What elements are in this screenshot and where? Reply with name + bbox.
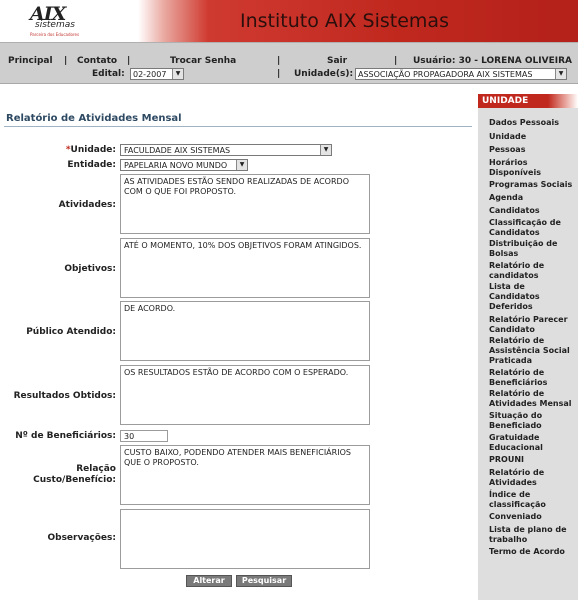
sidebar-item-unidade[interactable]: Unidade <box>489 132 575 142</box>
sidebar-item-pessoas[interactable]: Pessoas <box>489 145 575 155</box>
title-divider <box>4 126 472 127</box>
title-banner: Instituto AIX Sistemas <box>138 0 578 42</box>
sidebar-item-indice[interactable]: Índice de classificação <box>489 490 575 510</box>
unidade-label-text: Unidade: <box>70 145 116 155</box>
relacao-textarea[interactable]: CUSTO BAIXO, PODENDO ATENDER MAIS BENEFI… <box>120 445 370 505</box>
chevron-down-icon: ▼ <box>320 145 331 155</box>
nav-contato[interactable]: Contato <box>77 56 117 66</box>
edital-selected: 02-2007 <box>133 70 167 79</box>
sidebar-item-gratuidade[interactable]: Gratuidade Educacional <box>489 433 575 453</box>
entidade-selected: PAPELARIA NOVO MUNDO <box>124 161 228 170</box>
sidebar-item-beneficiarios[interactable]: Relatório de Beneficiários <box>489 368 575 388</box>
sidebar-item-horarios[interactable]: Horários Disponíveis <box>489 158 575 178</box>
relacao-label-line2: Custo/Benefício: <box>33 475 116 485</box>
observacoes-textarea[interactable] <box>120 509 370 569</box>
atividades-textarea[interactable]: AS ATIVIDADES ESTÃO SENDO REALIZADAS DE … <box>120 174 370 234</box>
nav-sair[interactable]: Sair <box>327 56 347 66</box>
chevron-down-icon: ▼ <box>236 160 247 170</box>
nav-separator: | <box>277 56 281 66</box>
sidebar-item-conveniado[interactable]: Conveniado <box>489 512 575 522</box>
publico-textarea[interactable]: DE ACORDO. <box>120 301 370 361</box>
entidade-select[interactable]: PAPELARIA NOVO MUNDO ▼ <box>120 159 248 171</box>
sidebar-item-programas-sociais[interactable]: Programas Sociais <box>489 180 575 190</box>
sidebar-item-situacao[interactable]: Situação do Beneficiado <box>489 411 575 431</box>
sidebar-item-classificacao[interactable]: Classificação de Candidatos <box>489 218 575 238</box>
sidebar-item-parecer-candidato[interactable]: Relatório Parecer Candidato <box>489 315 575 335</box>
atividades-label: Atividades: <box>58 200 116 210</box>
unidade-selected: FACULDADE AIX SISTEMAS <box>124 146 231 155</box>
sidebar-item-prouni[interactable]: PROUNI <box>489 455 575 465</box>
nav-separator: | <box>394 56 398 66</box>
beneficiarios-input[interactable]: 30 <box>120 430 168 442</box>
unidades-label: Unidade(s): <box>294 69 354 79</box>
app-header: AIX sistemas Parceira dos Educadores Ins… <box>0 0 578 42</box>
chevron-down-icon: ▼ <box>172 69 183 79</box>
alterar-button[interactable]: Alterar <box>186 575 232 587</box>
resultados-label: Resultados Obtidos: <box>13 391 116 401</box>
objetivos-textarea[interactable]: ATÉ O MOMENTO, 10% DOS OBJETIVOS FORAM A… <box>120 238 370 298</box>
sidebar-item-candidatos[interactable]: Candidatos <box>489 206 575 216</box>
beneficiarios-label: Nº de Beneficiários: <box>15 431 116 441</box>
logo-subtitle: sistemas <box>35 20 75 30</box>
observacoes-label: Observações: <box>47 533 116 543</box>
nav-separator: | <box>64 56 68 66</box>
sidebar-item-relatorio-atividades[interactable]: Relatório de Atividades <box>489 468 575 488</box>
sidebar-item-agenda[interactable]: Agenda <box>489 193 575 203</box>
sidebar: UNIDADE Dados Pessoais Unidade Pessoas H… <box>478 94 578 600</box>
entidade-label: Entidade: <box>67 160 116 170</box>
edital-select[interactable]: 02-2007 ▼ <box>130 68 184 80</box>
unidades-select[interactable]: ASSOCIAÇÃO PROPAGADORA AIX SISTEMAS ▼ <box>355 68 567 80</box>
sidebar-item-relatorio-candidatos[interactable]: Relatório de candidatos <box>489 261 575 281</box>
unidade-select[interactable]: FACULDADE AIX SISTEMAS ▼ <box>120 144 332 156</box>
nav-separator: | <box>127 56 131 66</box>
relacao-label: Relação Custo/Benefício: <box>0 464 116 486</box>
resultados-textarea[interactable]: OS RESULTADOS ESTÃO DE ACORDO COM O ESPE… <box>120 365 370 425</box>
objetivos-label: Objetivos: <box>64 264 116 274</box>
unidades-selected: ASSOCIAÇÃO PROPAGADORA AIX SISTEMAS <box>358 70 533 79</box>
relacao-label-line1: Relação <box>76 464 116 474</box>
nav-trocar-senha[interactable]: Trocar Senha <box>170 56 236 66</box>
page-title: Relatório de Atividades Mensal <box>6 113 182 124</box>
user-info: Usuário: 30 - LORENA OLIVEIRA <box>413 56 572 66</box>
sidebar-item-atividades-mensal[interactable]: Relatório de Atividades Mensal <box>489 389 575 409</box>
logo[interactable]: AIX sistemas Parceira dos Educadores <box>0 0 138 42</box>
nav-principal[interactable]: Principal <box>8 56 53 66</box>
logo-tagline: Parceira dos Educadores <box>30 32 80 37</box>
nav-separator: | <box>277 69 281 79</box>
app-title: Instituto AIX Sistemas <box>240 10 449 32</box>
unidade-label: *Unidade: <box>0 145 116 156</box>
sidebar-item-plano-trabalho[interactable]: Lista de plano de trabalho <box>489 525 575 545</box>
sidebar-item-dados-pessoais[interactable]: Dados Pessoais <box>489 118 575 128</box>
top-navbar: Principal | Contato | Trocar Senha | Sai… <box>0 42 578 84</box>
sidebar-header: UNIDADE <box>478 94 578 108</box>
sidebar-title: UNIDADE <box>482 96 529 106</box>
chevron-down-icon: ▼ <box>555 69 566 79</box>
sidebar-item-distribuicao[interactable]: Distribuição de Bolsas <box>489 239 575 259</box>
edital-label: Edital: <box>92 69 125 79</box>
publico-label: Público Atendido: <box>26 327 116 337</box>
sidebar-item-termo-acordo[interactable]: Termo de Acordo <box>489 547 575 557</box>
pesquisar-button[interactable]: Pesquisar <box>236 575 292 587</box>
sidebar-item-assistencia-social[interactable]: Relatório de Assistência Social Praticad… <box>489 336 575 366</box>
sidebar-item-lista-deferidos[interactable]: Lista de Candidatos Deferidos <box>489 282 575 312</box>
